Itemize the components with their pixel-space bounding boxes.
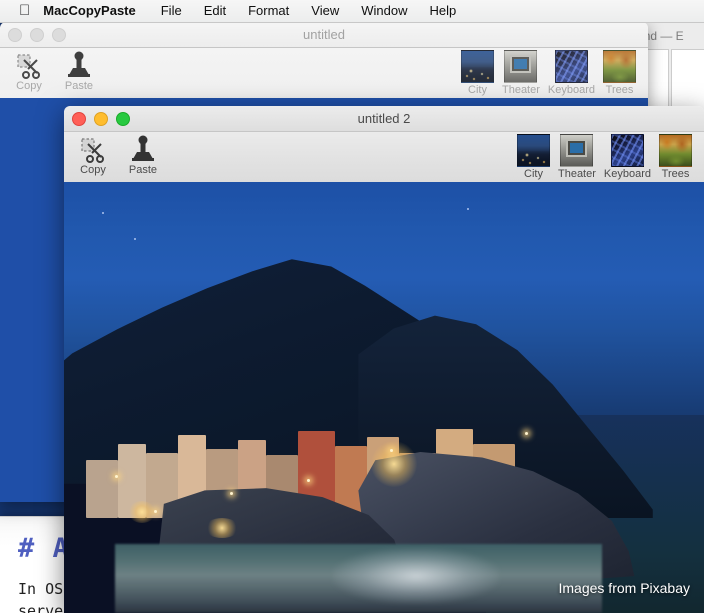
menu-item-format[interactable]: Format (237, 0, 300, 22)
minimize-button-icon[interactable] (94, 112, 108, 126)
menu-item-window[interactable]: Window (350, 0, 418, 22)
markdown-heading: # A (18, 533, 70, 564)
window2-content[interactable]: Images from Pixabay (64, 182, 704, 613)
zoom-button-icon[interactable] (116, 112, 130, 126)
menu-item-help[interactable]: Help (418, 0, 467, 22)
markdown-line-1: In OS (18, 580, 64, 598)
copy-button[interactable]: Copy (72, 133, 114, 176)
clipboard-item-city-label: City (524, 168, 543, 180)
clipboard-item-keyboard-label: Keyboard (603, 168, 651, 180)
copy-button[interactable]: Copy (8, 49, 50, 92)
clipboard-item-city[interactable]: City (516, 134, 550, 180)
theater-thumbnail-icon (504, 50, 538, 83)
stamp-icon (65, 49, 93, 79)
street-lamp-glow (128, 500, 156, 523)
clipboard-item-city-label: City (468, 84, 487, 96)
keyboard-thumbnail-icon (610, 134, 644, 167)
photo-light-reflection (332, 548, 500, 605)
zoom-button-icon[interactable] (52, 28, 66, 42)
pasted-photo: Images from Pixabay (64, 182, 704, 613)
window1-traffic-lights[interactable] (8, 28, 66, 42)
clipboard-item-keyboard-label: Keyboard (547, 84, 595, 96)
window2-traffic-lights[interactable] (72, 112, 130, 126)
menu-item-view[interactable]: View (300, 0, 350, 22)
window1-clipboard-thumbnails: City Theater Keyboard Trees (460, 50, 636, 96)
clipboard-item-keyboard[interactable]: Keyboard (548, 50, 595, 96)
clipboard-item-theater-label: Theater (557, 168, 596, 180)
window1-toolbar-actions: Copy Paste (8, 49, 100, 92)
window2-toolbar: Copy Paste City Theater Keyboard Trees (64, 132, 704, 183)
street-lamp-glow (371, 440, 418, 487)
window2-title: untitled 2 (357, 111, 411, 126)
window2-titlebar[interactable]: untitled 2 (64, 106, 704, 132)
window2-clipboard-thumbnails: City Theater Keyboard Trees (516, 134, 692, 180)
city-thumbnail-icon (460, 50, 494, 83)
menu-item-edit[interactable]: Edit (193, 0, 237, 22)
paste-button-label: Paste (128, 164, 158, 176)
copy-button-label: Copy (16, 80, 42, 92)
copy-button-label: Copy (80, 164, 106, 176)
clipboard-item-trees[interactable]: Trees (659, 134, 692, 180)
menu-bar:  MacCopyPaste File Edit Format View Win… (0, 0, 704, 23)
trees-thumbnail-icon (603, 50, 636, 83)
paste-button-label: Paste (64, 80, 94, 92)
markdown-line-2: serve (18, 602, 64, 613)
close-button-icon[interactable] (8, 28, 22, 42)
menu-item-file[interactable]: File (150, 0, 193, 22)
photo-credit-caption: Images from Pixabay (558, 580, 691, 596)
city-thumbnail-icon (516, 134, 550, 167)
clipboard-item-trees-label: Trees (605, 84, 634, 96)
theater-thumbnail-icon (560, 134, 594, 167)
minimize-button-icon[interactable] (30, 28, 44, 42)
clipboard-item-theater-label: Theater (501, 84, 540, 96)
close-button-icon[interactable] (72, 112, 86, 126)
clipboard-item-trees[interactable]: Trees (603, 50, 636, 96)
scissors-icon (15, 49, 43, 79)
paste-button[interactable]: Paste (58, 49, 100, 92)
clipboard-item-city[interactable]: City (460, 50, 494, 96)
menu-app-name[interactable]: MacCopyPaste (43, 0, 149, 22)
stamp-icon (129, 133, 157, 163)
street-lamp-glow (204, 518, 239, 539)
window-untitled-2[interactable]: untitled 2 Copy Paste City Theater Keybo… (64, 106, 704, 613)
apple-icon[interactable]:  (0, 3, 43, 18)
clipboard-item-trees-label: Trees (661, 168, 690, 180)
scissors-icon (79, 133, 107, 163)
trees-thumbnail-icon (659, 134, 692, 167)
keyboard-thumbnail-icon (554, 50, 588, 83)
window1-toolbar: Copy Paste City Theater Keyboard Trees (0, 48, 648, 99)
clipboard-item-keyboard[interactable]: Keyboard (604, 134, 651, 180)
building (86, 459, 119, 519)
street-lamp (524, 431, 528, 435)
clipboard-item-theater[interactable]: Theater (558, 134, 596, 180)
paste-button[interactable]: Paste (122, 133, 164, 176)
window1-title: untitled (303, 27, 345, 42)
window1-titlebar[interactable]: untitled (0, 22, 648, 48)
window2-toolbar-actions: Copy Paste (72, 133, 164, 176)
clipboard-item-theater[interactable]: Theater (502, 50, 540, 96)
